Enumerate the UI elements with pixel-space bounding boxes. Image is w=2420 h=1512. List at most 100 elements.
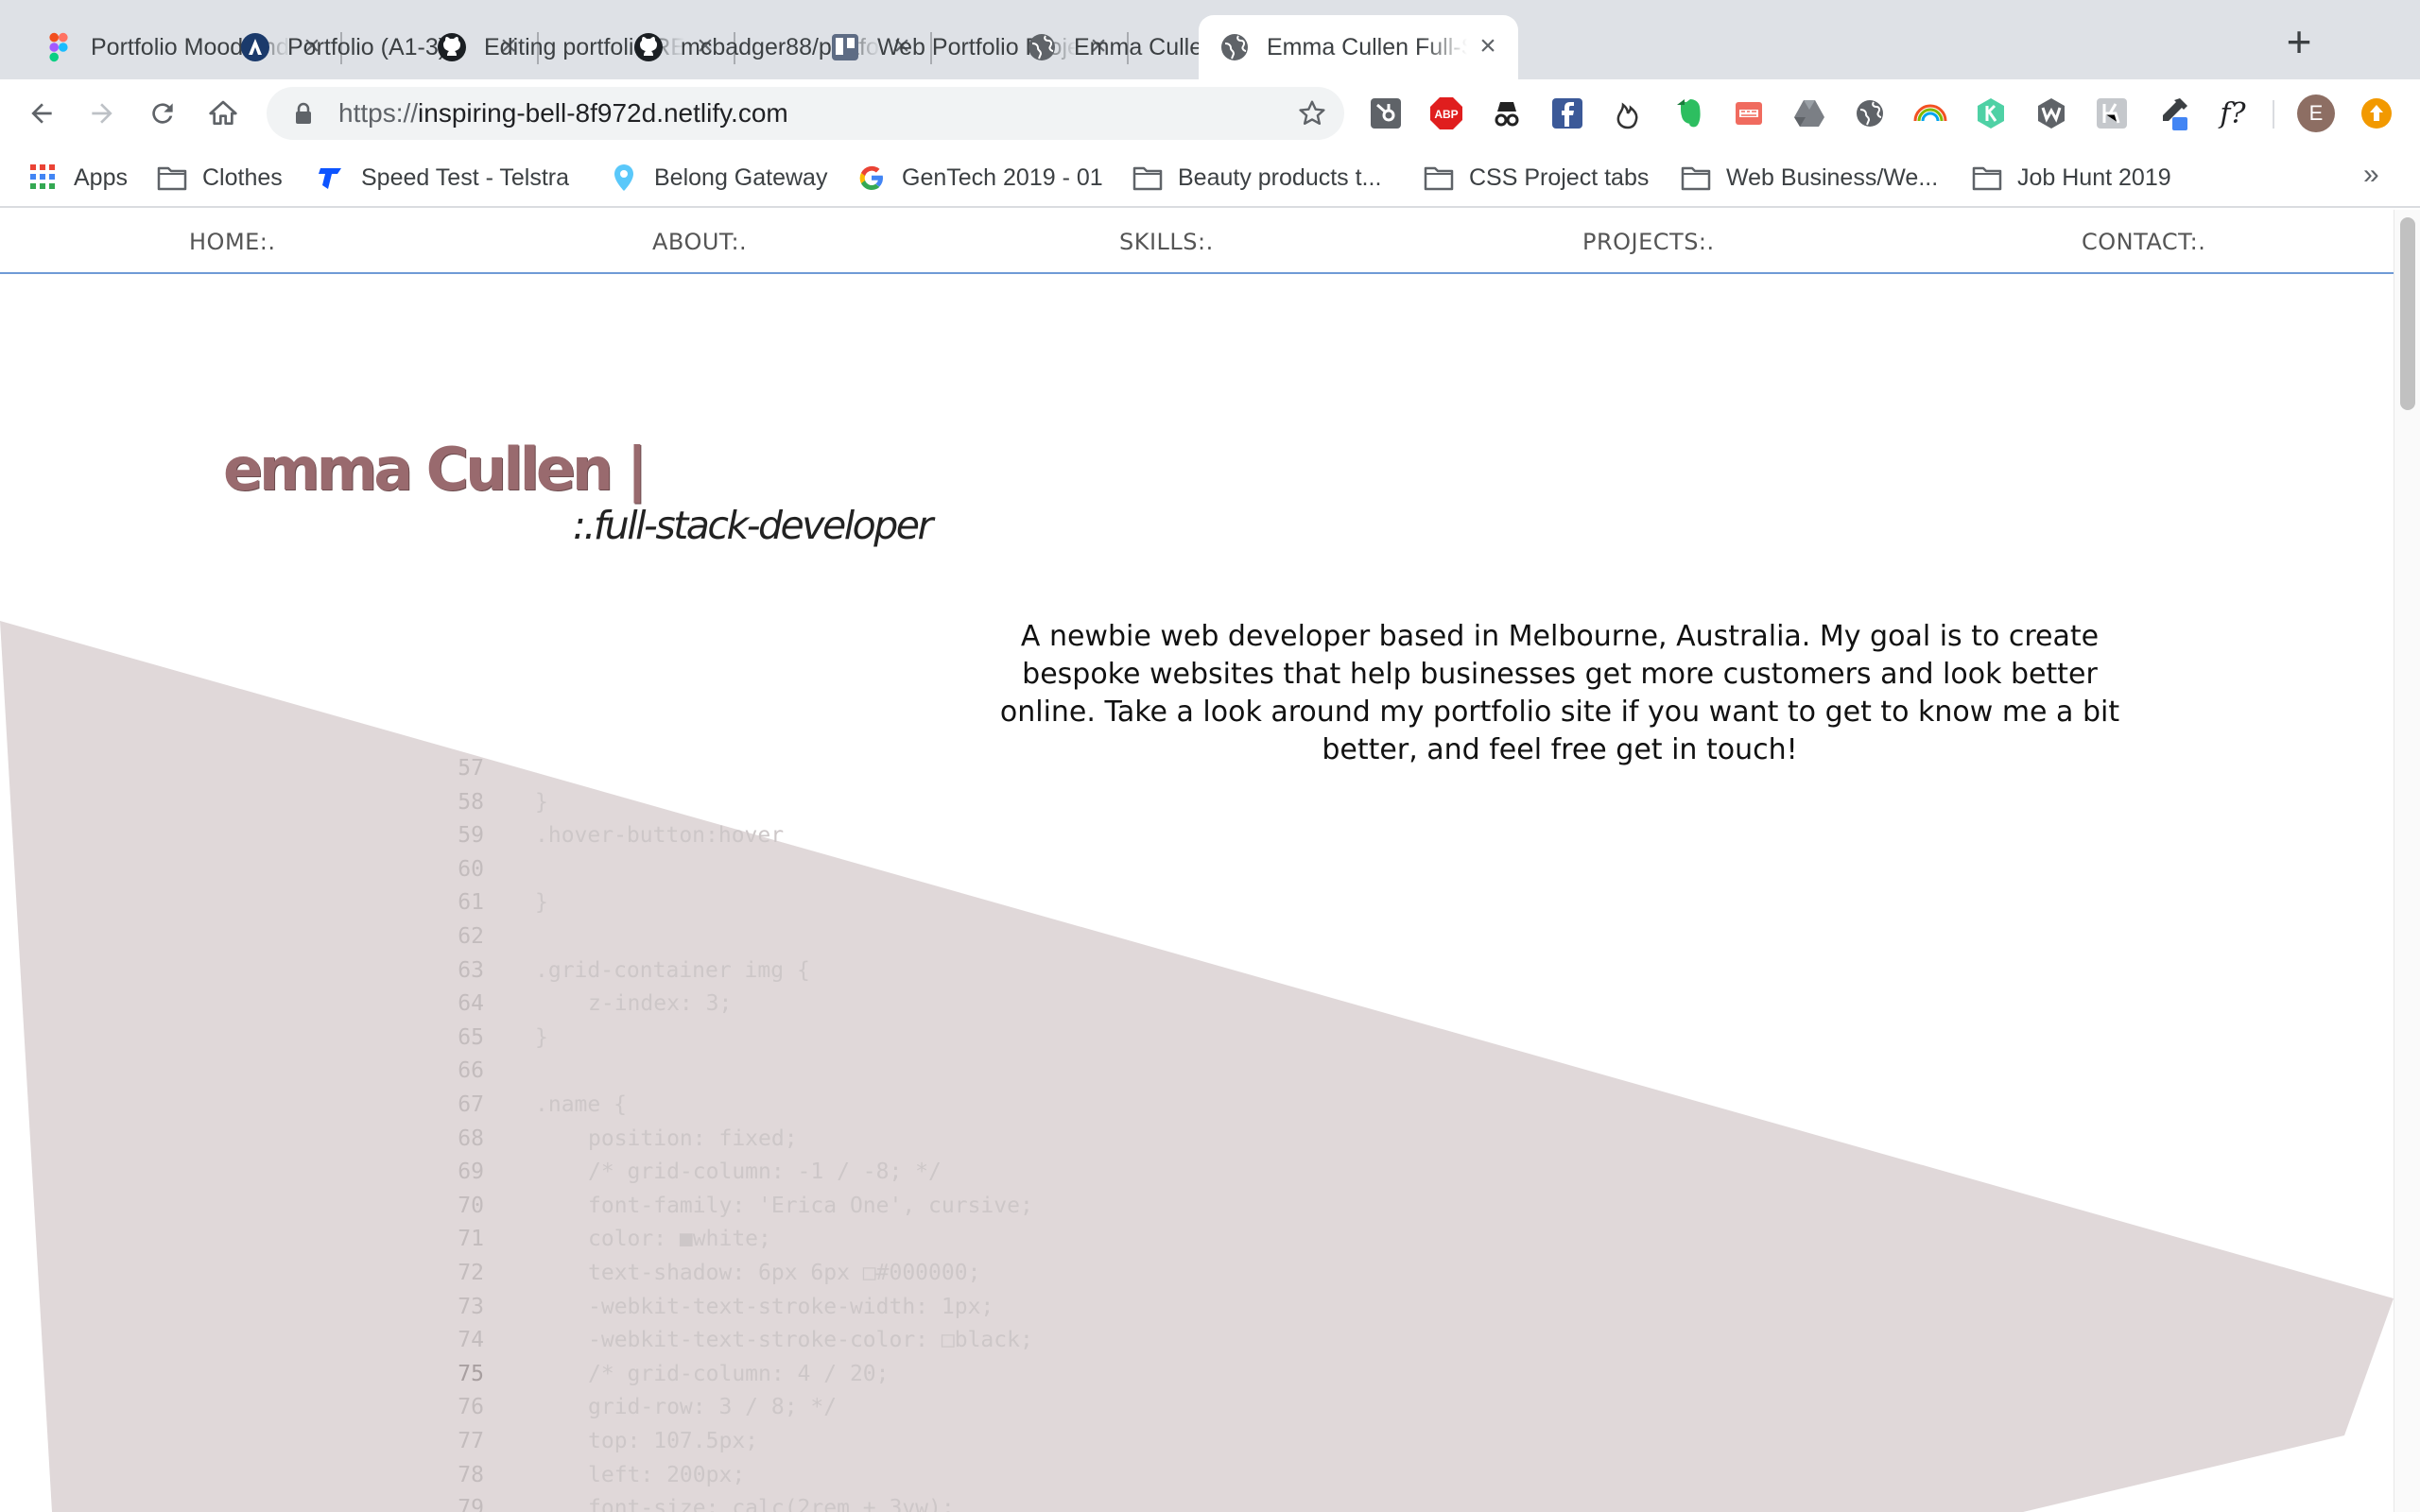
whatfont-icon[interactable]: f?: [2214, 94, 2252, 132]
nav-link-contact[interactable]: CONTACT:.: [2082, 229, 2205, 255]
bookmark-label: CSS Project tabs: [1469, 163, 1650, 191]
code-line: 76 grid-row: 3 / 8; */: [0, 1395, 1134, 1429]
forward-button[interactable]: [81, 93, 123, 134]
code-line-text: -webkit-text-stroke-color: □black;: [588, 1328, 1033, 1353]
back-arrow-icon: [31, 103, 52, 124]
back-button[interactable]: [21, 93, 62, 134]
code-line: 64 z-index: 3;: [0, 991, 1134, 1025]
code-line-text: .grid-container img {: [535, 957, 810, 983]
bookmark-label: GenTech 2019 - 01: [902, 163, 1103, 191]
code-line-number: 79: [458, 1496, 484, 1512]
code-line: 73 -webkit-text-stroke-width: 1px;: [0, 1295, 1134, 1329]
close-tab-icon[interactable]: ×: [1475, 32, 1501, 60]
code-line: 65}: [0, 1025, 1134, 1059]
nav-link-projects[interactable]: PROJECTS:.: [1582, 229, 1715, 255]
incognito-icon[interactable]: [1488, 94, 1526, 132]
nav-link-home[interactable]: HOME:.: [189, 229, 276, 255]
canvas-lms-icon: [240, 32, 270, 62]
globe-icon[interactable]: [1851, 94, 1889, 132]
page-scrollbar[interactable]: [2394, 210, 2420, 1512]
w-icon[interactable]: [2032, 94, 2070, 132]
code-line-text: .name {: [535, 1092, 627, 1117]
code-line-text: left: 200px;: [588, 1462, 746, 1487]
intro-paragraph: A newbie web developer based in Melbourn…: [999, 620, 2120, 766]
facebook-icon[interactable]: [1548, 94, 1586, 132]
apps-grid-icon: [28, 163, 59, 193]
code-line-number: 73: [458, 1294, 484, 1319]
code-line: 68 position: fixed;: [0, 1126, 1134, 1160]
hubstaff-icon[interactable]: [2093, 94, 2131, 132]
adblock-icon[interactable]: ABP: [1427, 94, 1465, 132]
bookmark-label: Apps: [74, 163, 128, 191]
toolbar-divider: [2273, 100, 2274, 129]
bookmarks-overflow-button[interactable]: »: [2363, 159, 2379, 191]
code-line: 79 font-size: calc(2rem + 3vw);: [0, 1496, 1134, 1512]
bookmark-item[interactable]: Beauty products t...: [1132, 147, 1381, 208]
bookmark-item[interactable]: Apps: [28, 147, 128, 208]
code-line-number: 60: [458, 856, 484, 882]
scrollbar-thumb[interactable]: [2400, 217, 2415, 410]
code-line-number: 71: [458, 1227, 484, 1252]
code-line: 69 /* grid-column: -1 / -8; */: [0, 1160, 1134, 1194]
page-viewport: 57 58} 59 .hover-button:hover 60 61} 62 63 .grid…: [0, 210, 2394, 1512]
evernote-icon[interactable]: [1669, 94, 1707, 132]
browser-tab[interactable]: Emma Cullen Full-Stack ×: [1199, 15, 1518, 79]
bookmark-item[interactable]: Web Business/We...: [1681, 147, 1938, 208]
code-line-text: z-index: 3;: [588, 991, 733, 1017]
code-line-text: position: fixed;: [588, 1125, 798, 1151]
home-icon: [209, 100, 237, 125]
fire-icon[interactable]: [1609, 94, 1647, 132]
address-bar[interactable]: https://inspiring-bell-8f972d.netlify.co…: [267, 87, 1344, 140]
new-tab-button[interactable]: +: [2278, 20, 2320, 64]
bookmark-item[interactable]: GenTech 2019 - 01: [856, 147, 1103, 208]
folder-icon: [1424, 163, 1454, 193]
code-line-number: 59: [458, 823, 484, 849]
code-line: 75 /* grid-column: 4 / 20;: [0, 1362, 1134, 1396]
home-button[interactable]: [202, 93, 244, 134]
drive-icon[interactable]: [1790, 94, 1828, 132]
code-line-text: grid-row: 3 / 8; */: [588, 1395, 838, 1420]
code-line: 66: [0, 1058, 1134, 1092]
kami-icon[interactable]: [1972, 94, 2010, 132]
nav-link-skills[interactable]: SKILLS:.: [1119, 229, 1214, 255]
code-line-number: 65: [458, 1024, 484, 1050]
code-line-number: 76: [458, 1395, 484, 1420]
code-line: 57: [0, 756, 1134, 790]
code-line-number: 64: [458, 991, 484, 1017]
reload-button[interactable]: [142, 93, 183, 134]
role-subheading: :.full-stack-developer: [573, 503, 933, 548]
code-line-number: 61: [458, 890, 484, 916]
code-line-text: }: [535, 1024, 548, 1050]
code-line-number: 78: [458, 1462, 484, 1487]
code-watermark: 57 58} 59 .hover-button:hover 60 61} 62 63 .grid…: [0, 210, 2394, 1512]
eyedropper-icon[interactable]: [2153, 94, 2191, 132]
code-line: 60: [0, 857, 1134, 891]
bookmark-item[interactable]: Job Hunt 2019: [1972, 147, 2171, 208]
bookmark-star-icon[interactable]: [1295, 96, 1329, 130]
telstra-icon: [316, 163, 346, 193]
url-text: https://inspiring-bell-8f972d.netlify.co…: [338, 98, 788, 128]
globe-icon: [1219, 32, 1250, 62]
bookmark-item[interactable]: Belong Gateway: [609, 147, 827, 208]
bookmark-item[interactable]: CSS Project tabs: [1424, 147, 1649, 208]
update-icon[interactable]: [2358, 94, 2395, 132]
globe-icon: [1027, 32, 1057, 62]
folder-icon: [157, 163, 187, 193]
browser-toolbar: https://inspiring-bell-8f972d.netlify.co…: [0, 79, 2420, 147]
browser-chrome: Portfolio Mood and Design×Portfolio (A1-…: [0, 0, 2420, 208]
hubspot-icon[interactable]: [1367, 94, 1405, 132]
bookmark-item[interactable]: Clothes: [157, 147, 283, 208]
bookmark-item[interactable]: Speed Test - Telstra: [316, 147, 569, 208]
nav-link-about[interactable]: ABOUT:.: [652, 229, 747, 255]
bookmark-label: Clothes: [202, 163, 283, 191]
bookmark-label: Speed Test - Telstra: [361, 163, 570, 191]
code-line-number: 67: [458, 1092, 484, 1117]
pdf-icon[interactable]: [1730, 94, 1768, 132]
rainbow-icon[interactable]: [1911, 94, 1949, 132]
code-line: 63 .grid-container img {: [0, 958, 1134, 992]
folder-icon: [1132, 163, 1163, 193]
code-line-text: /* grid-column: -1 / -8; */: [588, 1160, 942, 1185]
github-icon: [633, 32, 664, 62]
profile-avatar[interactable]: E: [2297, 94, 2335, 132]
code-line-text: top: 107.5px;: [588, 1429, 759, 1453]
